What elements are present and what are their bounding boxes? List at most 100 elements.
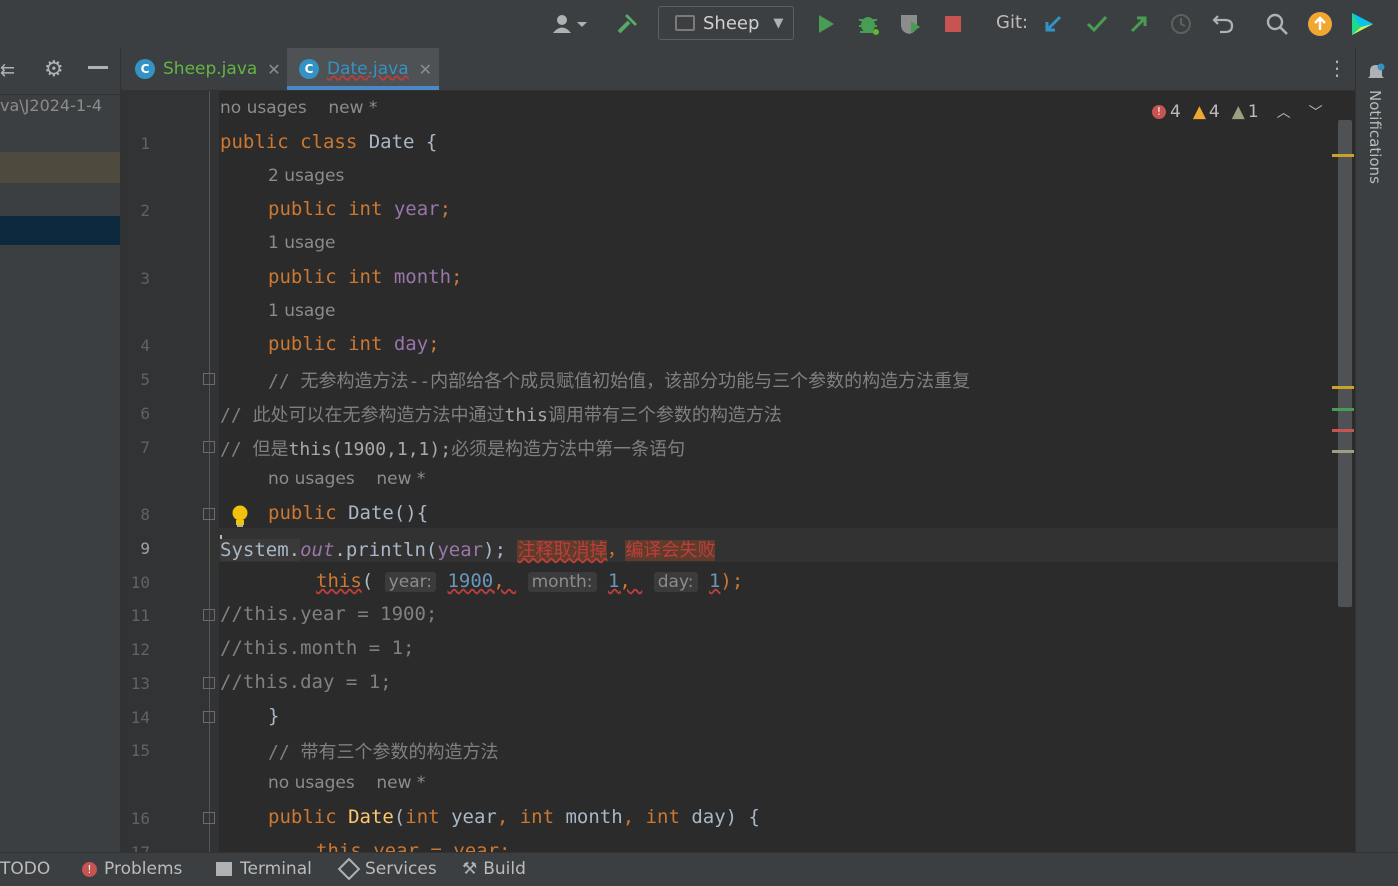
- code-line-6[interactable]: // 此处可以在无参构造方法中通过this调用带有三个参数的构造方法: [220, 401, 782, 427]
- java-class-icon: C: [135, 59, 155, 79]
- previous-problem-icon[interactable]: ︿: [1277, 102, 1291, 122]
- code-line-3[interactable]: public int month;: [268, 266, 463, 288]
- lightbulb-icon[interactable]: [231, 504, 249, 532]
- code-line-15[interactable]: // 带有三个参数的构造方法: [268, 738, 499, 764]
- tab-date-java[interactable]: C Date.java ✕: [287, 48, 439, 90]
- punctuation: ) {: [725, 806, 760, 828]
- punctuation: (: [361, 570, 374, 592]
- coverage-icon[interactable]: [897, 10, 923, 38]
- debug-icon[interactable]: [855, 10, 881, 38]
- comment-text: this: [504, 405, 548, 426]
- inlay-usages-hint[interactable]: 2 usages: [268, 166, 344, 186]
- code-line-12[interactable]: //this.month = 1;: [220, 637, 414, 659]
- punctuation: (){: [393, 502, 429, 524]
- code-line-2[interactable]: public int year;: [268, 198, 451, 220]
- error-stripe-mark[interactable]: [1332, 429, 1354, 432]
- code-line-16[interactable]: public Date(int year, int month, int day…: [268, 806, 760, 828]
- main-toolbar: Sheep ▼ Git:: [0, 0, 1398, 49]
- code-line-13[interactable]: //this.day = 1;: [220, 671, 392, 693]
- comma: ,: [622, 806, 646, 828]
- line-number: 7: [140, 438, 150, 457]
- close-icon[interactable]: ✕: [419, 60, 432, 79]
- weak-warning-icon: ▲: [1231, 102, 1245, 122]
- services-tab[interactable]: Services: [337, 857, 437, 881]
- fold-marker[interactable]: [203, 441, 215, 453]
- error-icon: !: [1152, 105, 1166, 119]
- stop-icon[interactable]: [942, 10, 964, 38]
- inlay-usages-hint[interactable]: no usages new *: [268, 773, 425, 793]
- rollback-icon[interactable]: [1210, 10, 1236, 38]
- error-stripe-mark[interactable]: [1332, 408, 1354, 411]
- git-commit-icon[interactable]: [1084, 10, 1110, 38]
- keyword: int: [519, 806, 566, 828]
- error-text: 注释取消掉: [517, 540, 608, 561]
- fold-marker[interactable]: [203, 609, 215, 621]
- inspections-widget[interactable]: ! 4 ▲ 4 ▲ 1 ︿ ﹀: [1152, 100, 1323, 124]
- line-number: 10: [130, 573, 150, 592]
- git-update-icon[interactable]: [1040, 10, 1066, 38]
- code-line-9[interactable]: System.out.println(year); 注释取消掉，编译会失败: [220, 536, 716, 562]
- line-number: 6: [140, 404, 150, 423]
- fold-marker[interactable]: [203, 711, 215, 723]
- tab-sheep-java[interactable]: C Sheep.java ✕: [135, 48, 281, 90]
- error-stripe-mark[interactable]: [1332, 386, 1354, 389]
- code-line-5[interactable]: // 无参构造方法--内部给各个成员赋值初始值，该部分功能与三个参数的构造方法重…: [268, 367, 970, 393]
- code-line-14[interactable]: }: [268, 705, 279, 727]
- history-icon[interactable]: [1168, 10, 1194, 38]
- terminal-tab[interactable]: Terminal: [216, 859, 312, 879]
- code-line-11[interactable]: //this.year = 1900;: [220, 603, 437, 625]
- project-path: va\J2024-1-4: [0, 96, 103, 115]
- inlay-usages-hint[interactable]: 1 usage: [268, 301, 336, 321]
- vertical-scrollbar[interactable]: [1338, 120, 1352, 607]
- tree-row-selected[interactable]: [0, 216, 120, 245]
- punctuation: ，: [607, 540, 626, 561]
- fold-marker[interactable]: [203, 812, 215, 824]
- code-line-1[interactable]: public class Date {: [220, 131, 437, 153]
- semicolon: ;: [428, 333, 440, 355]
- more-tabs-icon[interactable]: ⋮: [1327, 56, 1347, 80]
- toolbox-logo-icon[interactable]: [1348, 10, 1376, 38]
- fold-marker[interactable]: [203, 677, 215, 689]
- keyword: public: [268, 502, 349, 524]
- search-icon[interactable]: [1264, 10, 1290, 38]
- build-tab[interactable]: ⚒ Build: [462, 859, 526, 879]
- update-available-icon[interactable]: [1307, 10, 1333, 38]
- run-configuration-select[interactable]: Sheep ▼: [658, 6, 794, 40]
- punctuation: (: [393, 806, 406, 828]
- todo-tab[interactable]: TODO: [0, 859, 50, 879]
- keyword: int: [645, 806, 692, 828]
- fold-marker[interactable]: [203, 508, 215, 520]
- line-number: 15: [130, 741, 150, 760]
- class-ref: System.: [220, 539, 301, 561]
- line-number: 4: [140, 336, 150, 355]
- code-line-17[interactable]: this.year = year;: [316, 840, 510, 852]
- tab-label: Sheep.java: [163, 59, 258, 79]
- code-line-8[interactable]: public Date(){: [268, 502, 428, 524]
- inlay-usages-hint[interactable]: no usages new *: [220, 98, 377, 118]
- inlay-usages-hint[interactable]: no usages new *: [268, 469, 425, 489]
- close-icon[interactable]: ✕: [267, 60, 280, 79]
- error-stripe-mark[interactable]: [1332, 154, 1354, 157]
- notifications-panel: Notifications: [1355, 48, 1398, 852]
- line-number: 5: [140, 370, 150, 389]
- next-problem-icon[interactable]: ﹀: [1309, 102, 1323, 122]
- tree-row-highlight[interactable]: [0, 152, 120, 183]
- class-name: Date: [368, 131, 415, 153]
- fold-marker[interactable]: [203, 373, 215, 385]
- collapse-all-icon[interactable]: ⇇: [0, 60, 15, 81]
- semicolon: ;: [451, 266, 463, 288]
- code-line-7[interactable]: // 但是this(1900,1,1);必须是构造方法中第一条语句: [220, 435, 685, 461]
- run-icon[interactable]: [814, 10, 838, 38]
- error-stripe-mark[interactable]: [1332, 450, 1354, 453]
- user-icon[interactable]: [548, 10, 592, 38]
- code-line-4[interactable]: public int day;: [268, 333, 440, 355]
- hide-panel-icon[interactable]: [88, 66, 108, 69]
- problems-tab[interactable]: ! Problems: [82, 859, 182, 879]
- bell-icon[interactable]: [1366, 62, 1386, 86]
- git-push-icon[interactable]: [1126, 10, 1152, 38]
- code-line-10[interactable]: this( year: 1900, month: 1, day: 1);: [316, 570, 743, 592]
- notifications-label[interactable]: Notifications: [1366, 90, 1384, 184]
- inlay-usages-hint[interactable]: 1 usage: [268, 233, 336, 253]
- gear-icon[interactable]: ⚙: [44, 57, 64, 82]
- build-hammer-icon[interactable]: [612, 10, 642, 38]
